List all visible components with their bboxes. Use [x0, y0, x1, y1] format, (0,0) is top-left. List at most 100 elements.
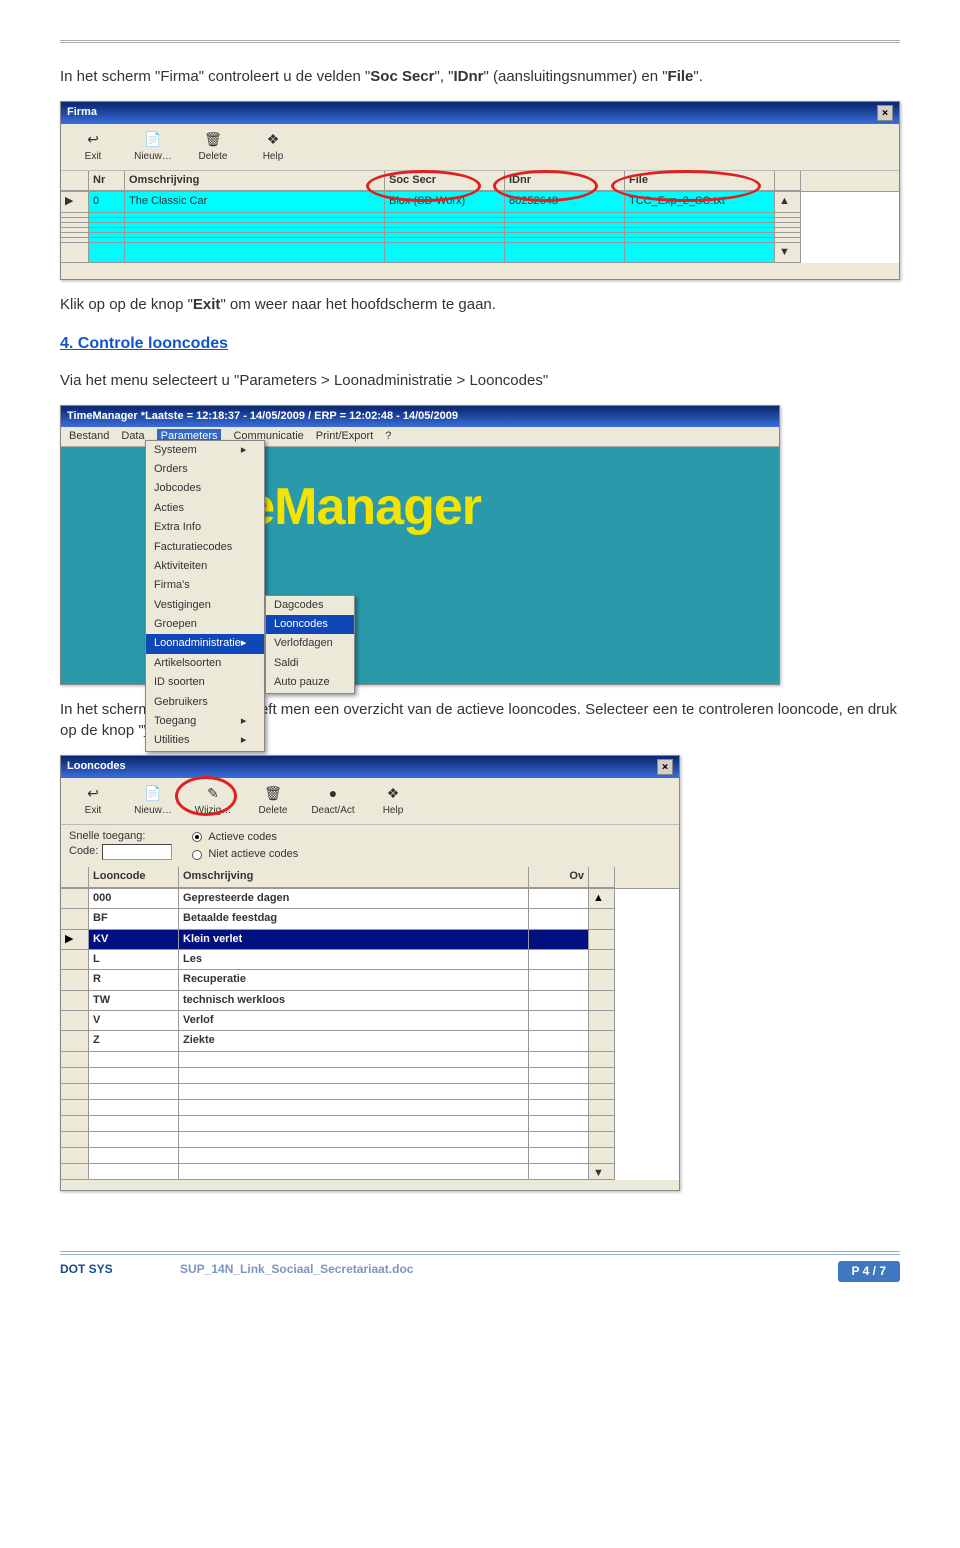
cell-om: Verlof — [179, 1011, 529, 1031]
menu-item[interactable]: Groepen — [146, 615, 264, 634]
row-marker — [61, 909, 89, 929]
exit-button[interactable]: ↩Exit — [65, 128, 121, 166]
col-om: Omschrijving — [125, 171, 385, 191]
col-looncode: Looncode — [89, 867, 179, 887]
close-icon[interactable]: × — [657, 759, 673, 775]
timemanager-screenshot: TimeManager *Laatste = 12:18:37 - 14/05/… — [60, 405, 780, 685]
scroll-icon[interactable] — [589, 930, 615, 950]
delete-button[interactable]: 🗑Delete — [245, 782, 301, 820]
menu-data[interactable]: Data — [121, 429, 144, 444]
table-row[interactable]: LLes — [61, 950, 679, 970]
col-soc: Soc Secr — [385, 171, 505, 191]
table-row[interactable]: ▶KVKlein verlet — [61, 930, 679, 950]
nieuw-button[interactable]: 📄Nieuw… — [125, 128, 181, 166]
table-row[interactable]: RRecuperatie — [61, 970, 679, 990]
cell-ov — [529, 889, 589, 909]
code-input[interactable] — [102, 844, 172, 860]
help-icon: ❖ — [263, 130, 283, 150]
bulb-icon: ● — [323, 784, 343, 804]
cell-looncode: V — [89, 1011, 179, 1031]
cell-ov — [529, 991, 589, 1011]
menu-item[interactable]: Toegang▸ — [146, 712, 264, 731]
cell-om: Klein verlet — [179, 930, 529, 950]
menu-item-loonadministratie[interactable]: Loonadministratie▸ — [146, 634, 264, 653]
table-row[interactable]: 000Gepresteerde dagen▲ — [61, 889, 679, 909]
menu-item-looncodes[interactable]: Looncodes — [266, 615, 354, 634]
exit-icon: ↩ — [83, 784, 103, 804]
new-icon: 📄 — [143, 784, 163, 804]
table-row[interactable]: TWtechnisch werkloos — [61, 991, 679, 1011]
menu-item[interactable]: Auto pauze — [266, 673, 354, 692]
lbl: Nieuw… — [134, 804, 172, 818]
tm-title: TimeManager *Laatste = 12:18:37 - 14/05/… — [67, 409, 458, 424]
scroll-icon[interactable] — [589, 909, 615, 929]
menu-item[interactable]: Aktiviteiten — [146, 557, 264, 576]
cell-looncode: KV — [89, 930, 179, 950]
code-label: Code: — [69, 844, 98, 859]
menu-item[interactable]: Vestigingen — [146, 596, 264, 615]
table-row[interactable]: ▶ 0 The Classic Car Blox (SD-Worx) 80252… — [61, 192, 899, 212]
menu-help[interactable]: ? — [385, 429, 391, 444]
radio-niet-actief[interactable]: Niet actieve codes — [192, 846, 298, 863]
help-button[interactable]: ❖Help — [245, 128, 301, 166]
lbl: Actieve codes — [208, 830, 276, 845]
menu-item[interactable]: Jobcodes — [146, 479, 264, 498]
row-marker: ▶ — [61, 192, 89, 212]
lbl: Delete — [259, 804, 288, 818]
radio-actief[interactable]: Actieve codes — [192, 829, 298, 846]
close-icon[interactable]: × — [877, 105, 893, 121]
wijzig-button[interactable]: ✎Wijzig… — [185, 782, 241, 820]
footer-right: P 4 / 7 — [838, 1261, 900, 1282]
nieuw-button[interactable]: 📄Nieuw… — [125, 782, 181, 820]
scroll-icon[interactable] — [589, 991, 615, 1011]
help-icon: ❖ — [383, 784, 403, 804]
table-row[interactable]: VVerlof — [61, 1011, 679, 1031]
help-button[interactable]: ❖Help — [365, 782, 421, 820]
menu-item[interactable]: Utilities▸ — [146, 731, 264, 750]
cell-looncode: 000 — [89, 889, 179, 909]
deact-button[interactable]: ●Deact/Act — [305, 782, 361, 820]
menu-item[interactable]: Firma's — [146, 576, 264, 595]
scroll-icon[interactable] — [589, 950, 615, 970]
menu-item[interactable]: Facturatiecodes — [146, 538, 264, 557]
scroll-icon[interactable]: ▲ — [589, 889, 615, 909]
chevron-right-icon: ▸ — [241, 636, 247, 651]
menu-item[interactable]: Artikelsoorten — [146, 654, 264, 673]
menu-item[interactable]: Dagcodes — [266, 596, 354, 615]
looncodes-screenshot: Looncodes × ↩Exit 📄Nieuw… ✎Wijzig… 🗑Dele… — [60, 755, 680, 1191]
cell-ov — [529, 1031, 589, 1051]
menu-item[interactable]: Acties — [146, 499, 264, 518]
scroll-icon[interactable] — [589, 1011, 615, 1031]
scroll-icon[interactable] — [589, 1031, 615, 1051]
txt: " om weer naar het hoofdscherm te gaan. — [220, 296, 495, 313]
menu-item[interactable]: Extra Info — [146, 518, 264, 537]
menu-bestand[interactable]: Bestand — [69, 429, 109, 444]
menu-printexport[interactable]: Print/Export — [316, 429, 373, 444]
scroll-icon[interactable] — [589, 970, 615, 990]
cell-looncode: BF — [89, 909, 179, 929]
firma-titlebar: Firma × — [61, 102, 899, 124]
para-exit: Klik op op de knop "Exit" om weer naar h… — [60, 294, 900, 315]
menu-item[interactable]: ID soorten — [146, 673, 264, 692]
cell-om: Betaalde feestdag — [179, 909, 529, 929]
table-row[interactable]: ZZiekte — [61, 1031, 679, 1051]
cell-ov — [529, 970, 589, 990]
menu-item[interactable]: Systeem▸ — [146, 441, 264, 460]
table-row[interactable]: BFBetaalde feestdag — [61, 909, 679, 929]
exit-button[interactable]: ↩Exit — [65, 782, 121, 820]
scroll-up-icon[interactable]: ▲ — [775, 192, 801, 212]
delete-button[interactable]: 🗑Delete — [185, 128, 241, 166]
menu-item[interactable]: Orders — [146, 460, 264, 479]
row-marker — [61, 991, 89, 1011]
menu-item[interactable]: Verlofdagen — [266, 634, 354, 653]
chevron-right-icon: ▸ — [241, 733, 247, 748]
menu-item[interactable]: Gebruikers — [146, 693, 264, 712]
cell-ov — [529, 909, 589, 929]
txt: ". — [693, 68, 703, 85]
col-ov: Ov — [529, 867, 589, 887]
cell-looncode: Z — [89, 1031, 179, 1051]
menu-item[interactable]: Saldi — [266, 654, 354, 673]
lbl: Wijzig… — [195, 804, 232, 818]
edit-icon: ✎ — [203, 784, 223, 804]
loonadministratie-submenu: Dagcodes Looncodes Verlofdagen Saldi Aut… — [265, 595, 355, 694]
